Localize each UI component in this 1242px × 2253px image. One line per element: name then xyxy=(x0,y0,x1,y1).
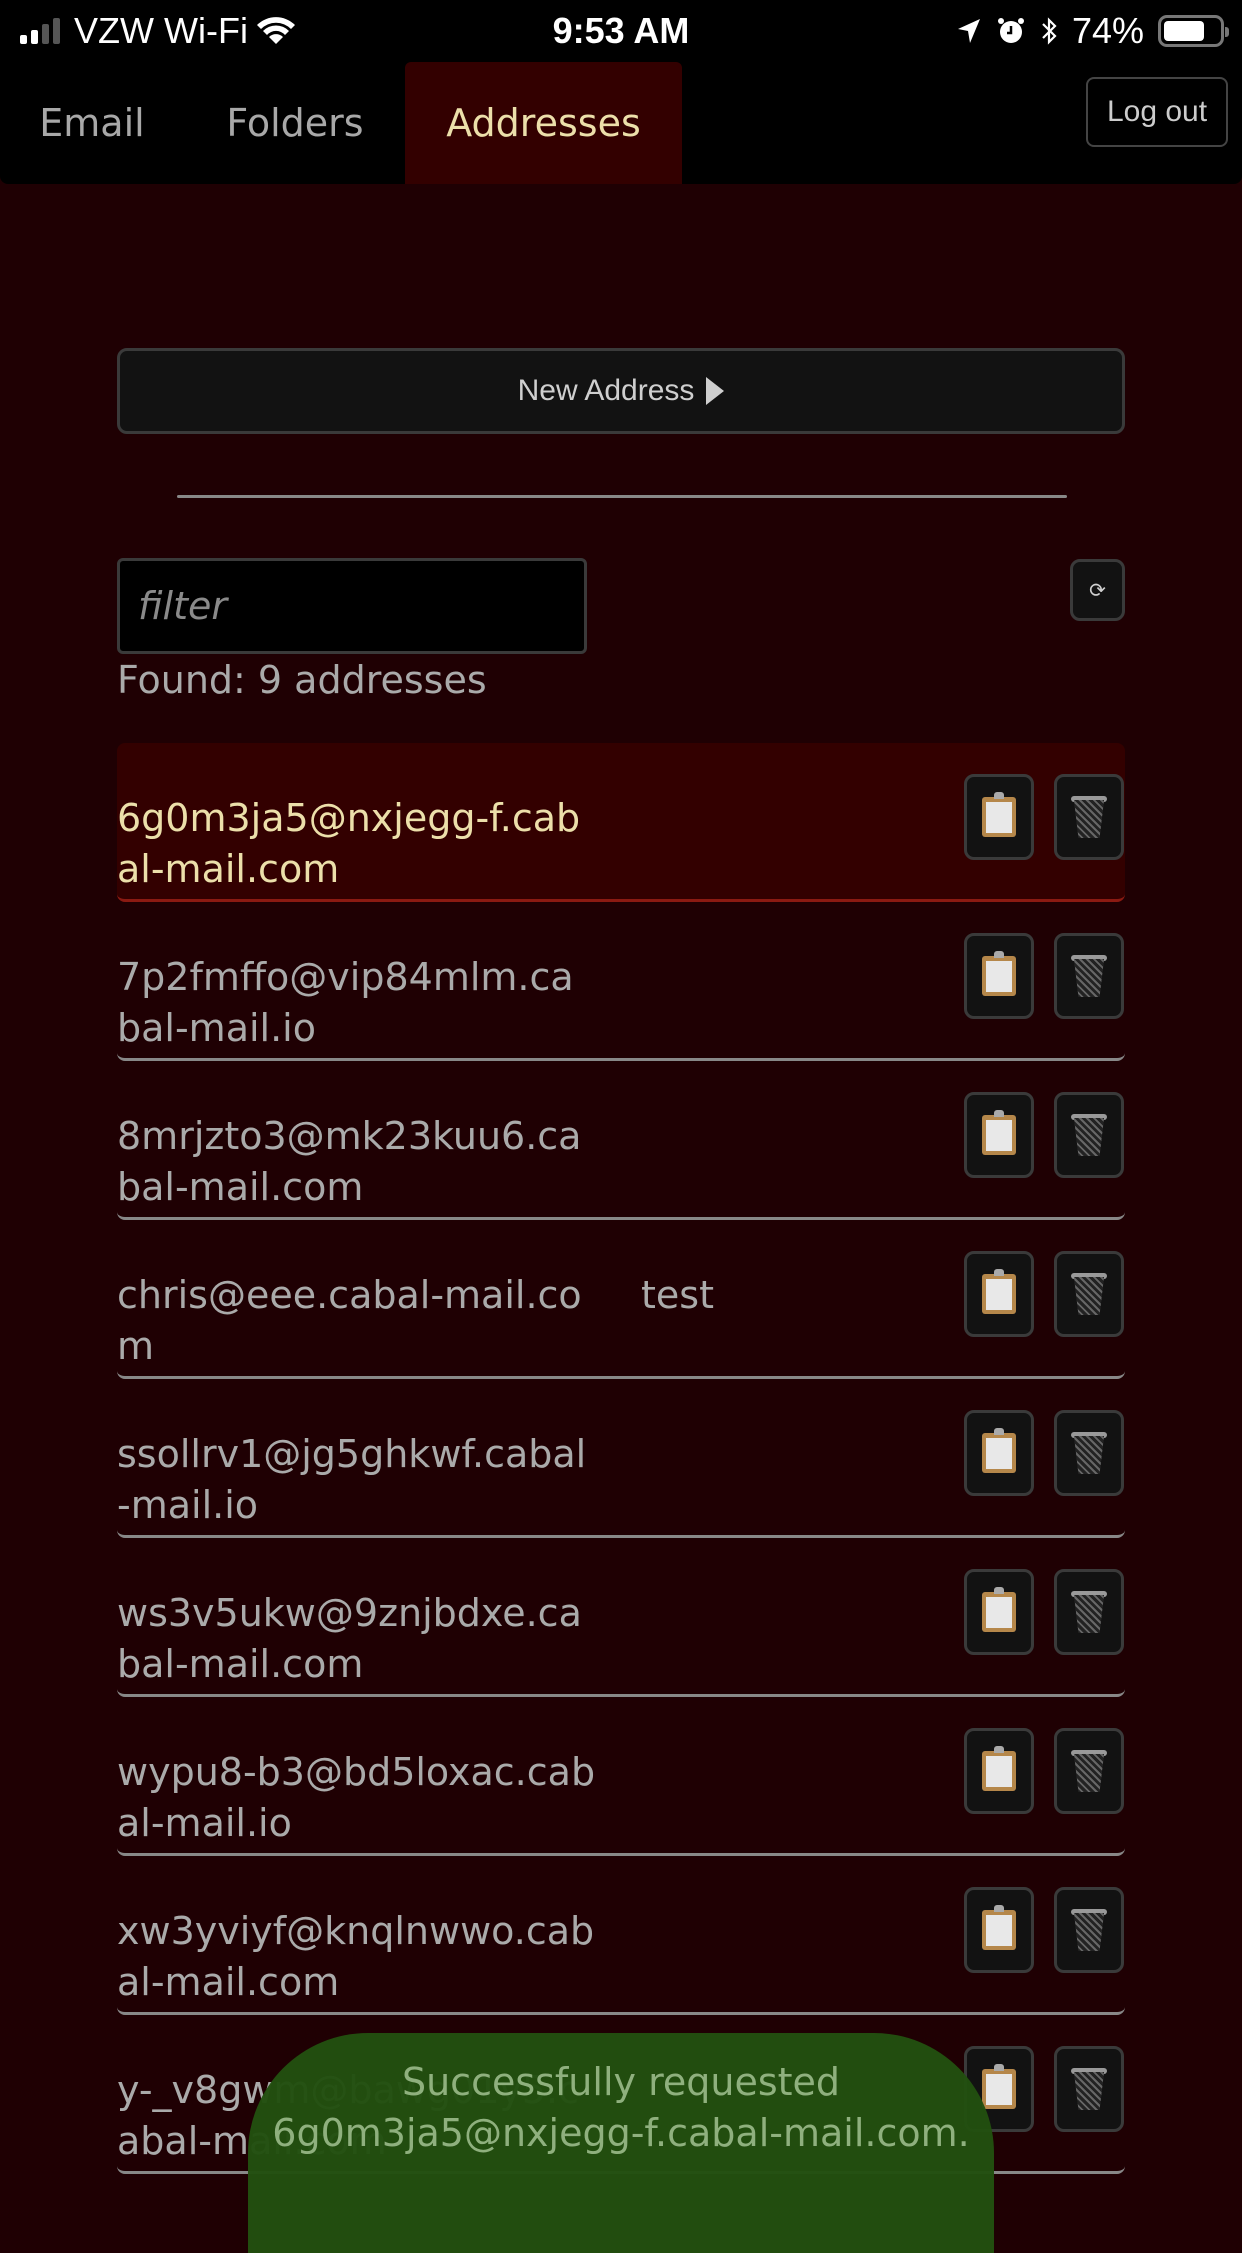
address-text: xw3yviyf@knqlnwwo.cabal-mail.com xyxy=(117,1909,595,2004)
refresh-icon: ⟳ xyxy=(1089,579,1106,602)
delete-button[interactable] xyxy=(1054,2046,1124,2132)
logout-button[interactable]: Log out xyxy=(1086,77,1228,147)
copy-button[interactable] xyxy=(964,774,1034,860)
clipboard-icon xyxy=(982,1428,1016,1473)
clipboard-icon xyxy=(982,1269,1016,1314)
address-row[interactable]: wypu8-b3@bd5loxac.cabal-mail.io xyxy=(117,1697,1125,1856)
delete-button[interactable] xyxy=(1054,1410,1124,1496)
top-nav: Email Folders Addresses Log out xyxy=(0,62,1242,184)
tab-folders[interactable]: Folders xyxy=(200,62,390,184)
bluetooth-icon xyxy=(1042,17,1057,45)
clipboard-icon xyxy=(982,1587,1016,1632)
success-toast: Successfully requested 6g0m3ja5@nxjegg-f… xyxy=(248,2033,994,2253)
trash-icon xyxy=(1071,796,1107,838)
delete-button[interactable] xyxy=(1054,1251,1124,1337)
filter-input[interactable] xyxy=(117,558,587,654)
address-text: 8mrjzto3@mk23kuu6.cabal-mail.com xyxy=(117,1114,582,1209)
clipboard-icon xyxy=(982,1905,1016,1950)
tab-email[interactable]: Email xyxy=(18,62,166,184)
copy-button[interactable] xyxy=(964,1251,1034,1337)
location-icon xyxy=(957,19,980,43)
address-list: 6g0m3ja5@nxjegg-f.cabal-mail.com 7p2fmff… xyxy=(117,743,1125,2174)
address-text: ssollrv1@jg5ghkwf.cabal-mail.io xyxy=(117,1432,587,1527)
copy-button[interactable] xyxy=(964,933,1034,1019)
clipboard-icon xyxy=(982,1746,1016,1791)
battery-percent: 74% xyxy=(1071,10,1144,51)
trash-icon xyxy=(1071,1909,1107,1951)
trash-icon xyxy=(1071,1273,1107,1315)
address-row[interactable]: chris@eee.cabal-mail.com test xyxy=(117,1220,1125,1379)
address-row[interactable]: 8mrjzto3@mk23kuu6.cabal-mail.com xyxy=(117,1061,1125,1220)
address-row[interactable]: 7p2fmffo@vip84mlm.cabal-mail.io xyxy=(117,902,1125,1061)
delete-button[interactable] xyxy=(1054,933,1124,1019)
battery-icon xyxy=(1158,15,1229,47)
toast-message: Successfully requested 6g0m3ja5@nxjegg-f… xyxy=(272,2060,970,2155)
copy-button[interactable] xyxy=(964,1569,1034,1655)
trash-icon xyxy=(1071,1750,1107,1792)
address-row[interactable]: 6g0m3ja5@nxjegg-f.cabal-mail.com xyxy=(117,743,1125,902)
copy-button[interactable] xyxy=(964,1092,1034,1178)
delete-button[interactable] xyxy=(1054,774,1124,860)
delete-button[interactable] xyxy=(1054,1569,1124,1655)
new-address-label: New Address xyxy=(517,374,695,407)
trash-icon xyxy=(1071,1114,1107,1156)
new-address-button[interactable]: New Address xyxy=(117,348,1125,434)
clipboard-icon xyxy=(982,1110,1016,1155)
delete-button[interactable] xyxy=(1054,1887,1124,1973)
address-row[interactable]: ws3v5ukw@9znjbdxe.cabal-mail.com xyxy=(117,1538,1125,1697)
trash-icon xyxy=(1071,955,1107,997)
trash-icon xyxy=(1071,1591,1107,1633)
address-text: 7p2fmffo@vip84mlm.cabal-mail.io xyxy=(117,955,574,1050)
address-label: test xyxy=(641,1273,714,1317)
copy-button[interactable] xyxy=(964,1410,1034,1496)
clipboard-icon xyxy=(982,792,1016,837)
copy-button[interactable] xyxy=(964,1728,1034,1814)
address-row[interactable]: xw3yviyf@knqlnwwo.cabal-mail.com xyxy=(117,1856,1125,2015)
divider xyxy=(177,495,1067,498)
address-text: wypu8-b3@bd5loxac.cabal-mail.io xyxy=(117,1750,596,1845)
copy-button[interactable] xyxy=(964,1887,1034,1973)
alarm-icon xyxy=(997,18,1024,43)
address-text: ws3v5ukw@9znjbdxe.cabal-mail.com xyxy=(117,1591,582,1686)
play-arrow-icon xyxy=(706,377,725,405)
trash-icon xyxy=(1071,1432,1107,1474)
refresh-button[interactable]: ⟳ xyxy=(1070,559,1125,621)
address-text: 6g0m3ja5@nxjegg-f.cabal-mail.com xyxy=(117,796,581,891)
trash-icon xyxy=(1071,2068,1107,2110)
tab-addresses[interactable]: Addresses xyxy=(405,62,682,184)
status-bar: VZW Wi-Fi 9:53 AM 74% xyxy=(0,0,1242,62)
clipboard-icon xyxy=(982,951,1016,996)
address-row[interactable]: ssollrv1@jg5ghkwf.cabal-mail.io xyxy=(117,1379,1125,1538)
found-count: Found: 9 addresses xyxy=(117,658,487,702)
delete-button[interactable] xyxy=(1054,1092,1124,1178)
address-text: chris@eee.cabal-mail.com xyxy=(117,1273,582,1368)
delete-button[interactable] xyxy=(1054,1728,1124,1814)
